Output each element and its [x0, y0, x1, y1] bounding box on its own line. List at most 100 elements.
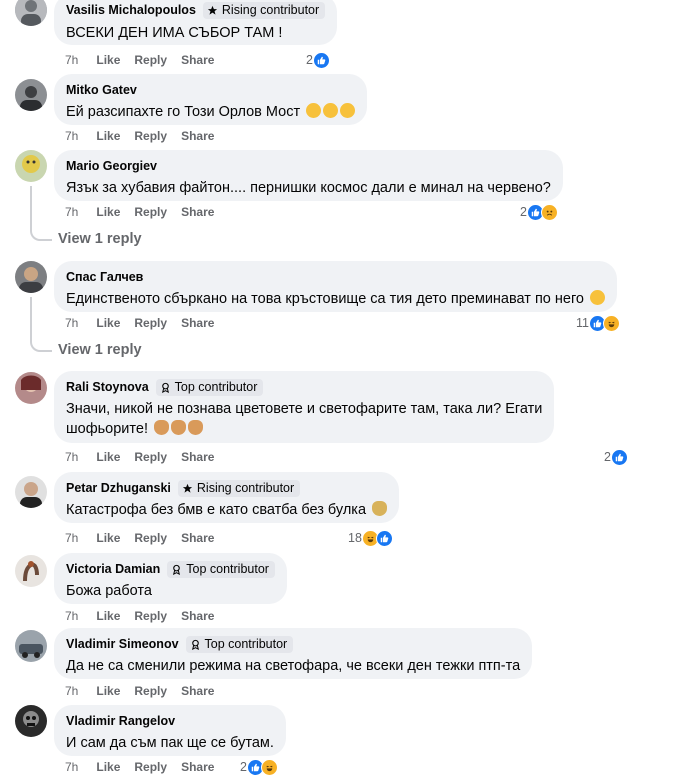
like-button[interactable]: Like [96, 450, 120, 464]
avatar[interactable] [15, 476, 47, 508]
share-button[interactable]: Share [181, 450, 214, 464]
comment-time[interactable]: 7h [65, 760, 78, 774]
share-button[interactable]: Share [181, 205, 214, 219]
share-button[interactable]: Share [181, 53, 214, 67]
comment-text: ВСЕКИ ДЕН ИМА СЪБОР ТАМ ! [66, 25, 283, 41]
grin-emoji [590, 290, 606, 305]
facepalm-emoji [171, 420, 187, 435]
share-button[interactable]: Share [181, 760, 214, 774]
avatar[interactable] [15, 372, 47, 404]
comment-author[interactable]: Mario Georgiev [66, 159, 157, 173]
reaction-count: 18 [348, 531, 362, 545]
like-reaction-icon [375, 529, 393, 547]
comment-actions: 7h Like Reply Share [65, 759, 228, 775]
reaction-count: 2 [306, 53, 313, 67]
comment-time[interactable]: 7h [65, 316, 78, 330]
award-icon [161, 382, 169, 393]
view-replies-link[interactable]: View 1 reply [58, 231, 142, 247]
haha-reaction-icon [260, 758, 278, 776]
badge-label: Rising contributor [221, 3, 320, 17]
like-button[interactable]: Like [96, 531, 120, 545]
share-button[interactable]: Share [181, 129, 214, 143]
comment-text-body: Катастрофа без бмв е като сватба без бул… [66, 502, 367, 518]
reply-thread-line [30, 186, 52, 241]
comment-text: Единственото сбъркано на това кръстовище… [66, 289, 606, 309]
sad-reaction-icon [540, 203, 558, 221]
comment-author[interactable]: Спас Галчев [66, 270, 143, 284]
award-icon [191, 639, 199, 650]
reply-button[interactable]: Reply [134, 316, 167, 330]
share-button[interactable]: Share [181, 609, 214, 623]
comment-author[interactable]: Mitko Gatev [66, 83, 137, 97]
haha-reaction-icon [602, 314, 620, 332]
facepalm-emoji [188, 420, 204, 435]
comment-author[interactable]: Petar Dzhuganski [66, 481, 171, 495]
comment-time[interactable]: 7h [65, 129, 78, 143]
reply-button[interactable]: Reply [134, 53, 167, 67]
contributor-badge[interactable]: Top contributor [185, 635, 294, 653]
comment-author[interactable]: Vladimir Simeonov [66, 637, 179, 651]
reaction-summary[interactable]: 18 [348, 529, 393, 547]
comment-actions: 7h Like Reply Share [65, 128, 228, 144]
like-button[interactable]: Like [96, 684, 120, 698]
comment-author[interactable]: Victoria Damian [66, 562, 160, 576]
share-button[interactable]: Share [181, 684, 214, 698]
reaction-summary[interactable]: 11 [576, 314, 620, 332]
comment-actions: 7h Like Reply Share [65, 449, 228, 465]
comment-actions: 7h Like Reply Share [65, 608, 228, 624]
reply-button[interactable]: Reply [134, 205, 167, 219]
avatar[interactable] [15, 555, 47, 587]
reply-button[interactable]: Reply [134, 129, 167, 143]
reaction-summary[interactable]: 2 [520, 203, 558, 221]
comment-time[interactable]: 7h [65, 684, 78, 698]
shrug-emoji [372, 501, 388, 516]
like-button[interactable]: Like [96, 205, 120, 219]
reaction-count: 2 [240, 760, 247, 774]
like-reaction-icon [312, 51, 330, 69]
crying-emoji [340, 103, 356, 118]
share-button[interactable]: Share [181, 316, 214, 330]
comment-bubble: Rali Stoynova Top contributor Значи, ник… [54, 371, 555, 443]
avatar[interactable] [15, 630, 47, 662]
comment-text-body: Ей разсипахте го Този Орлов Мост [66, 104, 301, 120]
like-reaction-icon [610, 448, 628, 466]
comment-time[interactable]: 7h [65, 531, 78, 545]
contributor-badge[interactable]: Top contributor [167, 560, 275, 578]
avatar[interactable] [15, 261, 47, 293]
comment-author[interactable]: Vladimir Rangelov [66, 714, 175, 728]
like-button[interactable]: Like [96, 129, 120, 143]
like-button[interactable]: Like [96, 760, 120, 774]
comment-time[interactable]: 7h [65, 205, 78, 219]
reaction-summary[interactable]: 2 [306, 51, 330, 69]
comment-author[interactable]: Rali Stoynova [66, 380, 149, 394]
comment-time[interactable]: 7h [65, 450, 78, 464]
comment-author[interactable]: Vasilis Michalopoulos [66, 3, 196, 17]
reply-button[interactable]: Reply [134, 531, 167, 545]
comment-time[interactable]: 7h [65, 609, 78, 623]
star-icon [182, 483, 192, 493]
share-button[interactable]: Share [181, 531, 214, 545]
comment-time[interactable]: 7h [65, 53, 78, 67]
like-button[interactable]: Like [96, 53, 120, 67]
avatar[interactable] [15, 150, 47, 182]
like-button[interactable]: Like [96, 609, 120, 623]
comment-bubble: Vladimir Simeonov Top contributor Да не … [54, 628, 533, 679]
reaction-summary[interactable]: 2 [240, 758, 278, 776]
comment-text: Божа работа [66, 583, 152, 599]
reply-button[interactable]: Reply [134, 450, 167, 464]
badge-label: Top contributor [186, 562, 269, 576]
avatar[interactable] [15, 705, 47, 737]
avatar[interactable] [15, 79, 47, 111]
like-button[interactable]: Like [96, 316, 120, 330]
view-replies-link[interactable]: View 1 reply [58, 342, 142, 358]
reply-button[interactable]: Reply [134, 684, 167, 698]
reply-button[interactable]: Reply [134, 609, 167, 623]
contributor-badge[interactable]: Rising contributor [202, 1, 326, 19]
comment-text: Катастрофа без бмв е като сватба без бул… [66, 500, 388, 520]
contributor-badge[interactable]: Rising contributor [177, 479, 301, 497]
comment-bubble: Mario Georgiev Язък за хубавия файтон...… [54, 150, 563, 201]
contributor-badge[interactable]: Top contributor [155, 378, 264, 396]
reply-button[interactable]: Reply [134, 760, 167, 774]
reaction-summary[interactable]: 2 [604, 448, 628, 466]
avatar[interactable] [15, 0, 47, 26]
